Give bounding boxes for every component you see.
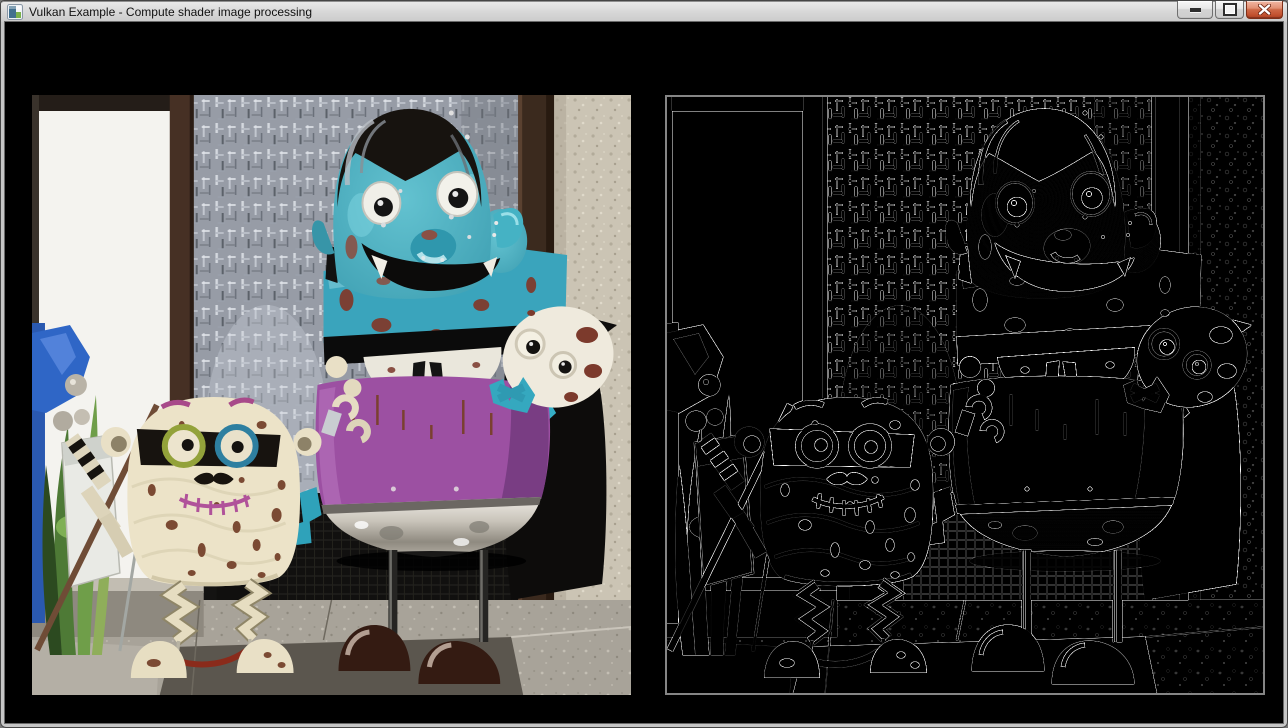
window-controls: [1175, 1, 1283, 19]
minimize-button[interactable]: [1177, 1, 1213, 19]
application-icon[interactable]: [7, 4, 23, 20]
app-window: Vulkan Example - Compute shader image pr…: [0, 0, 1288, 728]
original-image-panel: [32, 95, 631, 695]
render-client-area: [4, 21, 1284, 724]
titlebar[interactable]: Vulkan Example - Compute shader image pr…: [1, 1, 1287, 22]
minimize-icon: [1190, 8, 1201, 12]
maximize-button[interactable]: [1215, 1, 1244, 19]
maximize-icon: [1223, 3, 1237, 16]
edge-output-panel: [665, 95, 1265, 695]
original-photo-render: [32, 95, 631, 695]
close-icon: [1258, 4, 1271, 15]
edge-filtered-render: [665, 95, 1265, 695]
close-button[interactable]: [1246, 1, 1283, 19]
window-title: Vulkan Example - Compute shader image pr…: [29, 5, 312, 19]
